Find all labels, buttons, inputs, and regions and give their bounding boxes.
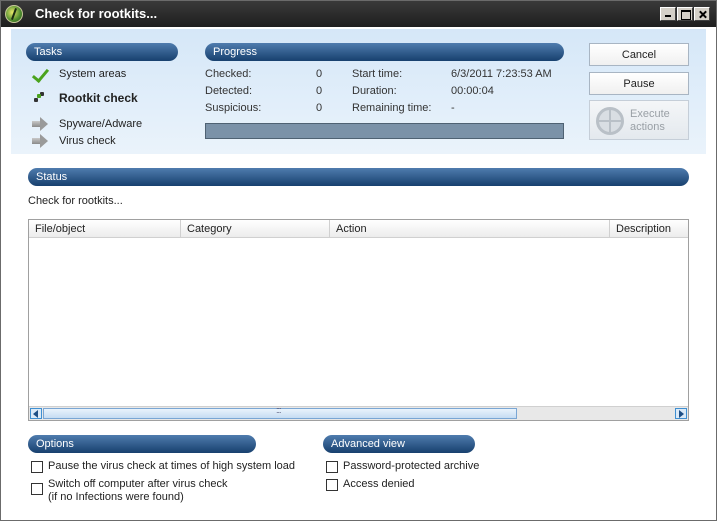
suspicious-label: Suspicious:: [205, 102, 262, 114]
advanced-view-header: Advanced view: [323, 435, 475, 453]
close-button[interactable]: [694, 7, 710, 21]
column-description[interactable]: Description: [610, 220, 688, 238]
cancel-button[interactable]: Cancel: [589, 43, 689, 66]
remaining-time-label: Remaining time:: [352, 102, 432, 114]
app-globe-icon: [5, 5, 23, 23]
task-virus-check: Virus check: [31, 133, 116, 149]
execute-line2: actions: [630, 121, 665, 133]
task-label: System areas: [59, 68, 127, 80]
running-icon: [31, 90, 49, 106]
task-label: Rootkit check: [59, 91, 138, 105]
tasks-header: Tasks: [26, 43, 178, 61]
start-time-value: 6/3/2011 7:23:53 AM: [451, 68, 552, 80]
task-rootkit-check: Rootkit check: [31, 90, 138, 106]
progress-header: Progress: [205, 43, 564, 61]
shutdown-checkbox[interactable]: [31, 483, 43, 495]
shutdown-label: Switch off computer after virus check (i…: [48, 478, 228, 504]
minimize-button[interactable]: [660, 7, 676, 21]
start-time-label: Start time:: [352, 68, 403, 80]
scroll-thumb[interactable]: [43, 405, 517, 419]
task-label: Virus check: [59, 135, 116, 147]
pause-button[interactable]: Pause: [589, 72, 689, 95]
password-archive-checkbox[interactable]: [326, 461, 338, 473]
results-list[interactable]: File/object Category Action Description: [28, 219, 689, 421]
arrow-right-icon: [31, 116, 49, 132]
checked-value: 0: [316, 68, 323, 80]
task-spyware-adware: Spyware/Adware: [31, 116, 142, 132]
password-archive-label: Password-protected archive: [343, 460, 480, 472]
shutdown-line1: Switch off computer after virus check: [48, 478, 228, 490]
pause-high-load-label: Pause the virus check at times of high s…: [48, 460, 296, 472]
execute-actions-button[interactable]: Execute actions: [589, 100, 689, 140]
shutdown-option[interactable]: Switch off computer after virus check (i…: [31, 478, 228, 504]
column-file-object[interactable]: File/object: [29, 220, 181, 238]
scroll-left-icon[interactable]: [30, 408, 42, 419]
duration-label: Duration:: [352, 85, 397, 97]
duration-value: 00:00:04: [451, 85, 494, 97]
detected-label: Detected:: [205, 85, 253, 97]
options-header: Options: [28, 435, 256, 453]
rootkit-check-window: Check for rootkits... Tasks System areas…: [0, 0, 717, 521]
status-text: Check for rootkits...: [28, 195, 123, 207]
check-icon: [31, 66, 49, 82]
access-denied-checkbox[interactable]: [326, 479, 338, 491]
window-controls: [660, 7, 710, 21]
remaining-time-value: -: [451, 102, 455, 114]
detected-value: 0: [316, 85, 323, 97]
column-category[interactable]: Category: [181, 220, 330, 238]
list-header: File/object Category Action Description: [29, 220, 688, 238]
access-denied-label: Access denied: [343, 478, 415, 490]
status-header: Status: [28, 168, 689, 186]
title-bar[interactable]: Check for rootkits...: [1, 1, 716, 27]
maximize-button[interactable]: [677, 7, 693, 21]
execute-line1: Execute: [630, 108, 670, 120]
execute-actions-label: Execute actions: [630, 108, 670, 134]
shutdown-line2: (if no Infections were found): [48, 491, 184, 503]
horizontal-scrollbar[interactable]: [29, 405, 688, 420]
access-denied-option[interactable]: Access denied: [326, 478, 415, 491]
task-label: Spyware/Adware: [59, 118, 143, 130]
scroll-right-icon[interactable]: [675, 408, 687, 419]
password-archive-option[interactable]: Password-protected archive: [326, 460, 479, 473]
pause-high-load-option[interactable]: Pause the virus check at times of high s…: [31, 460, 295, 473]
arrow-right-icon: [31, 133, 49, 149]
column-action[interactable]: Action: [330, 220, 610, 238]
suspicious-value: 0: [316, 102, 323, 114]
scan-progress-bar: [205, 123, 564, 139]
pause-high-load-checkbox[interactable]: [31, 461, 43, 473]
crosshair-icon: [596, 107, 624, 135]
task-system-areas: System areas: [31, 66, 126, 82]
top-panel: Tasks System areas Rootkit check Spyware…: [11, 29, 706, 154]
window-title: Check for rootkits...: [35, 6, 158, 21]
checked-label: Checked:: [205, 68, 252, 80]
